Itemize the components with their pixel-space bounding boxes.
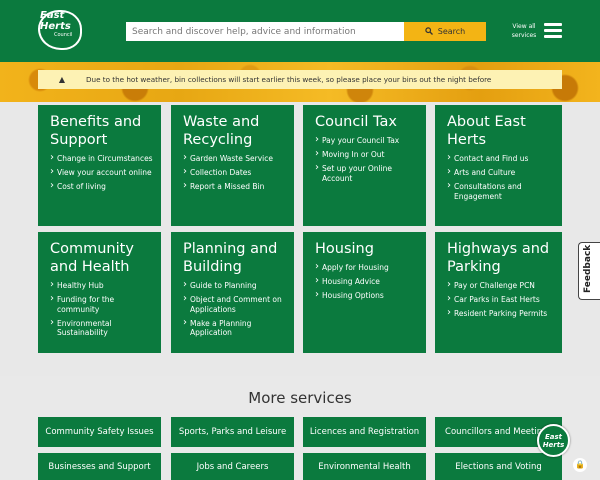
- service-jobs[interactable]: Jobs and Careers: [171, 453, 294, 480]
- card-link[interactable]: Resident Parking Permits: [447, 308, 554, 319]
- card-link[interactable]: Arts and Culture: [447, 167, 554, 178]
- card-title: Planning and Building: [183, 241, 278, 275]
- service-environmental-health[interactable]: Environmental Health: [303, 453, 426, 480]
- card-planning-and-building[interactable]: Planning and Building Guide to Planning O…: [171, 232, 294, 353]
- card-link[interactable]: View your account online: [50, 167, 153, 178]
- hamburger-menu-icon[interactable]: [544, 23, 562, 38]
- warning-icon: ▲: [58, 75, 66, 84]
- card-about-east-herts[interactable]: About East Herts Contact and Find us Arts…: [435, 105, 562, 226]
- card-link[interactable]: Housing Options: [315, 290, 418, 301]
- card-title: Housing: [315, 241, 374, 257]
- card-link[interactable]: Contact and Find us: [447, 153, 554, 164]
- more-services-title: More services: [248, 389, 352, 407]
- card-link[interactable]: Pay your Council Tax: [315, 135, 418, 146]
- card-link[interactable]: Healthy Hub: [50, 280, 153, 291]
- service-label: Licences and Registration: [309, 427, 420, 437]
- card-title: Highways and Parking: [447, 241, 550, 275]
- card-highways-and-parking[interactable]: Highways and Parking Pay or Challenge PC…: [435, 232, 562, 353]
- card-link[interactable]: Moving In or Out: [315, 149, 418, 160]
- search-button[interactable]: Search: [404, 22, 486, 41]
- search-input[interactable]: [126, 22, 404, 41]
- card-title: Council Tax: [315, 114, 397, 130]
- service-elections[interactable]: Elections and Voting: [435, 453, 562, 480]
- view-all-services-link[interactable]: View all services: [508, 22, 540, 40]
- card-link[interactable]: Pay or Challenge PCN: [447, 280, 554, 291]
- card-link[interactable]: Cost of living: [50, 181, 153, 192]
- chat-logo-button[interactable]: East Herts: [537, 424, 570, 457]
- card-housing[interactable]: Housing Apply for Housing Housing Advice H…: [303, 232, 426, 353]
- card-title: Community and Health: [50, 241, 134, 275]
- service-label: Environmental Health: [318, 461, 411, 472]
- card-community-and-health[interactable]: Community and Health Healthy Hub Funding …: [38, 232, 161, 353]
- service-label: Councillors and Meetings: [445, 427, 552, 437]
- card-link[interactable]: Car Parks in East Herts: [447, 294, 554, 305]
- card-link[interactable]: Apply for Housing: [315, 262, 418, 273]
- feedback-tab[interactable]: Feedback: [578, 242, 600, 300]
- card-title: Waste and Recycling: [183, 114, 260, 148]
- card-title: Benefits and Support: [50, 114, 142, 148]
- service-label: Jobs and Careers: [196, 461, 269, 472]
- logo-line-herts: Herts: [40, 21, 71, 32]
- logo-line-council: Council: [54, 32, 73, 38]
- logo-text[interactable]: East Herts Council: [40, 10, 84, 38]
- card-link[interactable]: Funding for the community: [50, 294, 153, 314]
- service-label: Sports, Parks and Leisure: [178, 427, 287, 437]
- service-label: Businesses and Support: [48, 461, 151, 472]
- card-link[interactable]: Environmental Sustainability: [50, 318, 153, 338]
- card-link[interactable]: Garden Waste Service: [183, 153, 286, 164]
- search-icon: [425, 26, 433, 37]
- card-waste-and-recycling[interactable]: Waste and Recycling Garden Waste Service…: [171, 105, 294, 226]
- service-label: Community Safety Issues: [45, 427, 154, 437]
- card-link[interactable]: Report a Missed Bin: [183, 181, 286, 192]
- card-link[interactable]: Change in Circumstances: [50, 153, 153, 164]
- service-licences[interactable]: Licences and Registration: [303, 417, 426, 447]
- view-all-line1: View all: [512, 23, 536, 30]
- service-businesses[interactable]: Businesses and Support: [38, 453, 161, 480]
- card-link[interactable]: Housing Advice: [315, 276, 418, 287]
- search-button-label: Search: [437, 27, 466, 36]
- card-title: About East Herts: [447, 114, 526, 148]
- alert-message: Due to the hot weather, bin collections …: [86, 75, 492, 84]
- card-link[interactable]: Make a Planning Application: [183, 318, 286, 338]
- card-link[interactable]: Collection Dates: [183, 167, 286, 178]
- service-sports-parks[interactable]: Sports, Parks and Leisure: [171, 417, 294, 447]
- feedback-label: Feedback: [583, 244, 593, 293]
- card-link[interactable]: Object and Comment on Applications: [183, 294, 286, 314]
- card-benefits-and-support[interactable]: Benefits and Support Change in Circumsta…: [38, 105, 161, 226]
- chat-logo-line2: Herts: [542, 440, 565, 449]
- card-link[interactable]: Set up your Online Account: [315, 163, 418, 183]
- logo-line-east: East: [40, 10, 65, 21]
- site-header: East Herts Council Search View all servi…: [0, 0, 600, 62]
- service-label: Elections and Voting: [455, 461, 542, 472]
- card-link[interactable]: Guide to Planning: [183, 280, 286, 291]
- alert-banner: ▲ Due to the hot weather, bin collection…: [38, 70, 562, 89]
- view-all-line2: services: [511, 32, 537, 39]
- lock-icon[interactable]: 🔒: [573, 458, 587, 472]
- service-community-safety[interactable]: Community Safety Issues: [38, 417, 161, 447]
- card-link[interactable]: Consultations and Engagement: [447, 181, 554, 201]
- card-council-tax[interactable]: Council Tax Pay your Council Tax Moving I…: [303, 105, 426, 226]
